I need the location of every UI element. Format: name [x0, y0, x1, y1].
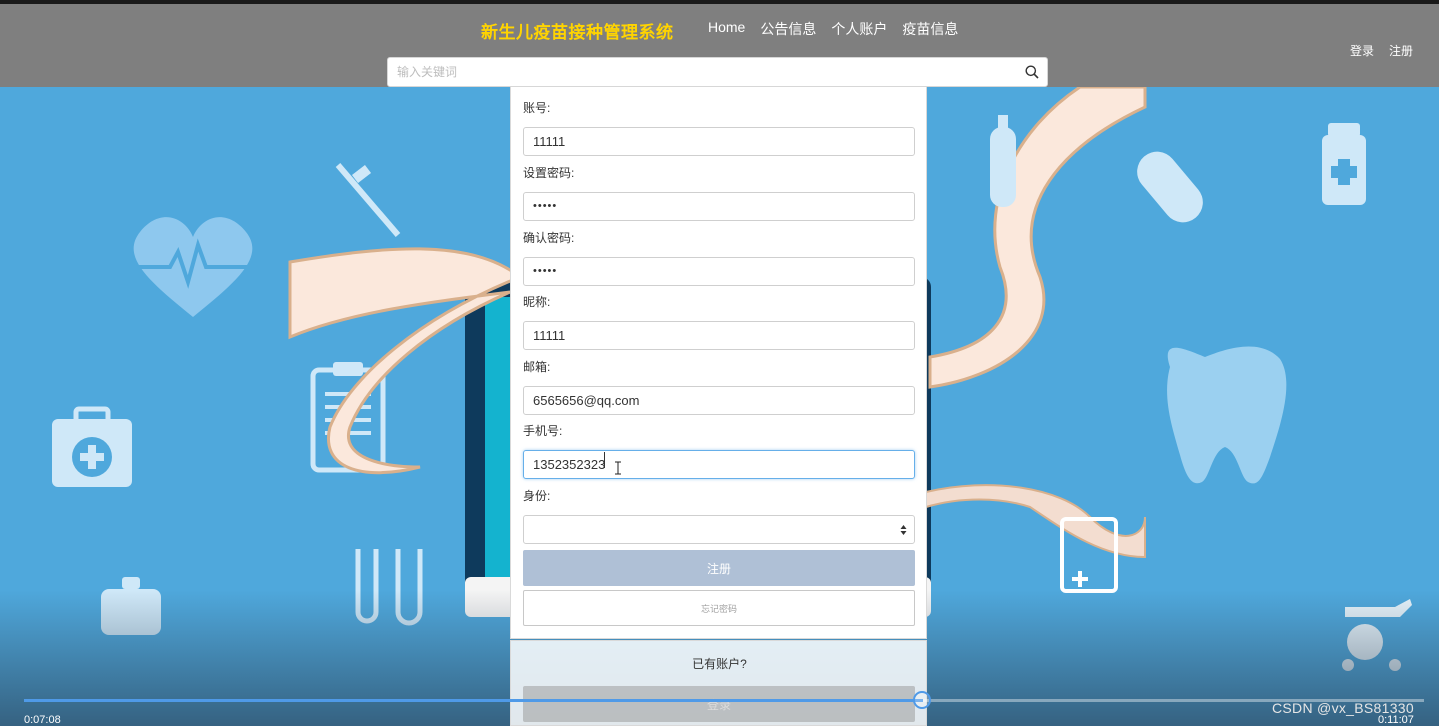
- auth-links: 登录 注册: [1350, 42, 1413, 59]
- nickname-input[interactable]: 11111: [523, 321, 915, 350]
- password-input[interactable]: •••••: [523, 192, 915, 221]
- email-input[interactable]: 6565656@qq.com: [523, 386, 915, 415]
- field-label: 手机号:: [523, 424, 563, 438]
- search-box: [387, 57, 1048, 87]
- video-progress-bar[interactable]: [24, 691, 1424, 709]
- nav-home[interactable]: Home: [708, 19, 745, 39]
- field-phone: 手机号: 1352352323: [523, 423, 915, 479]
- nav-announcements[interactable]: 公告信息: [760, 19, 816, 39]
- search-input[interactable]: [388, 58, 1008, 86]
- video-progress-fill: [24, 699, 924, 702]
- login-button[interactable]: 登录: [523, 686, 915, 722]
- account-input[interactable]: 11111: [523, 127, 915, 156]
- video-current-time: 0:07:08: [24, 714, 61, 726]
- select-arrows-icon: [900, 525, 907, 535]
- site-title: 新生儿疫苗接种管理系统: [481, 23, 674, 42]
- field-confirm-password: 确认密码: •••••: [523, 230, 915, 286]
- field-email: 邮箱: 6565656@qq.com: [523, 359, 915, 415]
- field-password: 设置密码: •••••: [523, 165, 915, 221]
- first-aid-kit-icon: [52, 406, 132, 487]
- csdn-watermark: CSDN @vx_BS81330: [1272, 700, 1414, 716]
- forgot-password-button[interactable]: 忘记密码: [523, 590, 915, 626]
- registration-form: 账号: 11111 设置密码: ••••• 确认密码: ••••• 昵称: 11…: [510, 87, 927, 639]
- search-icon[interactable]: [1025, 65, 1039, 79]
- field-label: 设置密码:: [523, 166, 575, 180]
- nav-vaccine-info[interactable]: 疫苗信息: [902, 19, 958, 39]
- phone-input[interactable]: 1352352323: [523, 450, 915, 479]
- role-select[interactable]: [523, 515, 915, 544]
- field-account: 账号: 11111: [523, 100, 915, 156]
- field-role: 身份:: [523, 488, 915, 544]
- main-nav: Home 公告信息 个人账户 疫苗信息: [708, 19, 973, 39]
- ibeam-cursor-icon: [615, 461, 621, 475]
- login-link[interactable]: 登录: [1350, 42, 1374, 59]
- confirm-password-input[interactable]: •••••: [523, 257, 915, 286]
- field-label: 确认密码:: [523, 231, 575, 245]
- register-link[interactable]: 注册: [1389, 42, 1413, 59]
- field-label: 邮箱:: [523, 360, 551, 374]
- field-label: 账号:: [523, 101, 551, 115]
- text-caret: [604, 452, 605, 468]
- nav-personal-account[interactable]: 个人账户: [831, 19, 887, 39]
- field-label: 身份:: [523, 489, 551, 503]
- register-button[interactable]: 注册: [523, 550, 915, 586]
- login-prompt: 已有账户? 登录: [510, 640, 927, 726]
- field-label: 昵称:: [523, 295, 551, 309]
- have-account-text: 已有账户?: [692, 657, 747, 671]
- medicine-bottle-icon: [1322, 123, 1366, 205]
- field-nickname: 昵称: 11111: [523, 294, 915, 350]
- top-navigation-bar: 新生儿疫苗接种管理系统 Home 公告信息 个人账户 疫苗信息 登录 注册: [0, 0, 1439, 87]
